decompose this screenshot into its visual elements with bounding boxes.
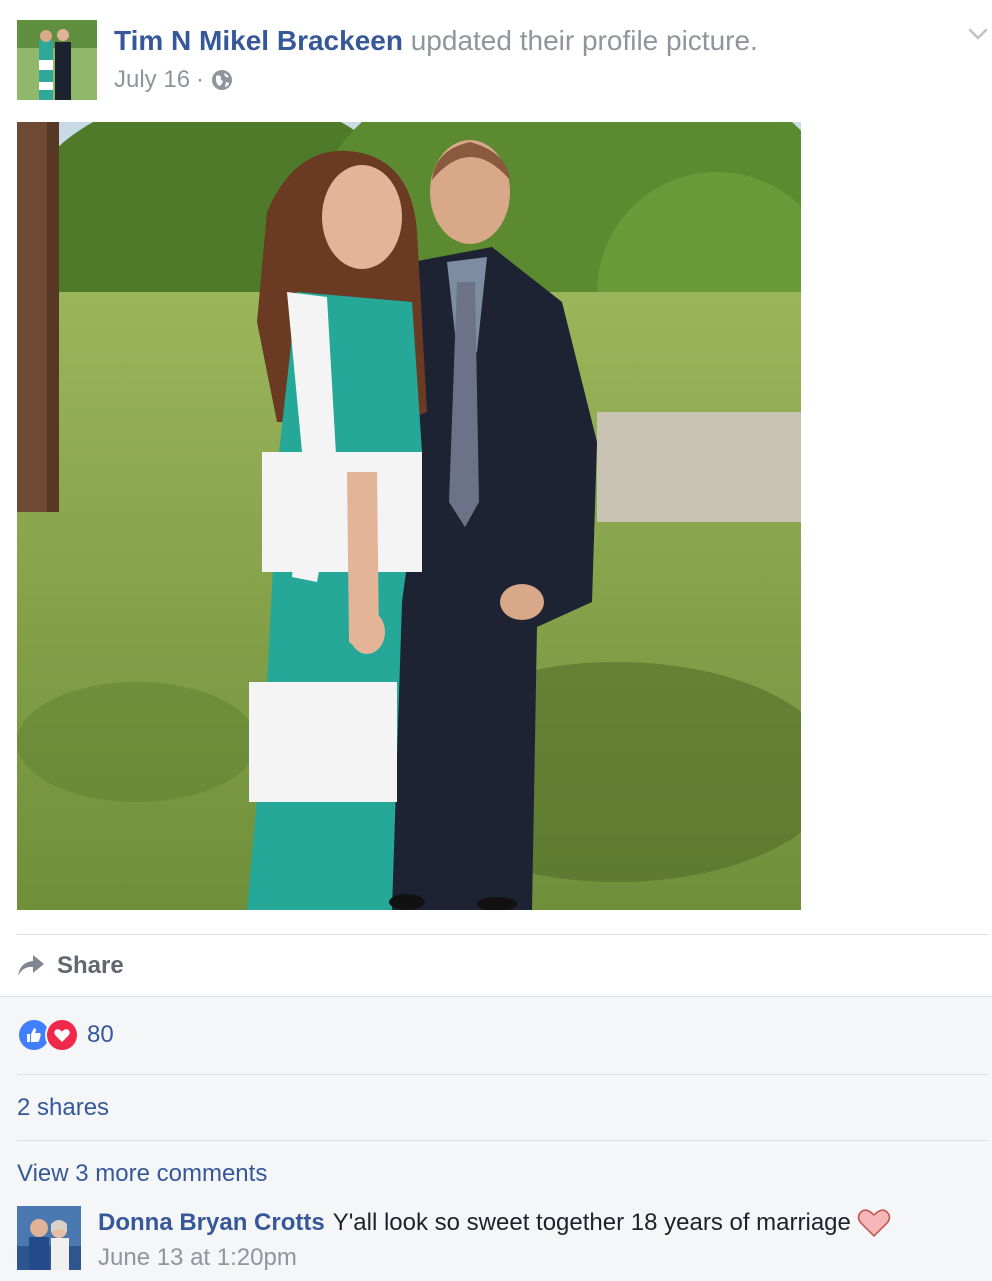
post-header: Tim N Mikel Brackeen updated their profi… [114, 24, 758, 58]
post-author-link[interactable]: Tim N Mikel Brackeen [114, 25, 403, 56]
comment-avatar[interactable] [17, 1206, 81, 1270]
shares-link[interactable]: 2 shares [17, 1094, 109, 1122]
share-button[interactable]: Share [17, 946, 124, 986]
share-label: Share [57, 952, 124, 979]
post-date[interactable]: July 16 [114, 64, 190, 96]
comment-body: Donna Bryan Crotts Y'all look so sweet t… [98, 1206, 891, 1240]
chevron-down-icon[interactable] [964, 20, 992, 48]
meta-separator: · [196, 66, 205, 93]
reactions-summary[interactable]: 80 [17, 1018, 114, 1052]
stats-divider [17, 1074, 989, 1075]
post-action-text: updated their profile picture. [410, 25, 758, 56]
comment-author-link[interactable]: Donna Bryan Crotts [98, 1206, 325, 1240]
action-bar-divider [17, 934, 989, 935]
comment-timestamp[interactable]: June 13 at 1:20pm [98, 1244, 297, 1272]
love-icon [45, 1018, 79, 1052]
share-arrow-icon [17, 950, 45, 983]
heart-emoji-icon [857, 1207, 891, 1239]
profile-avatar[interactable] [17, 20, 97, 100]
view-more-comments-link[interactable]: View 3 more comments [17, 1160, 267, 1188]
comments-divider [17, 1140, 989, 1141]
globe-icon[interactable] [210, 68, 234, 92]
reaction-count: 80 [87, 1021, 114, 1048]
post-meta: July 16 · [114, 64, 234, 96]
comment-text: Y'all look so sweet together 18 years of… [332, 1209, 851, 1236]
profile-photo[interactable] [17, 122, 801, 910]
